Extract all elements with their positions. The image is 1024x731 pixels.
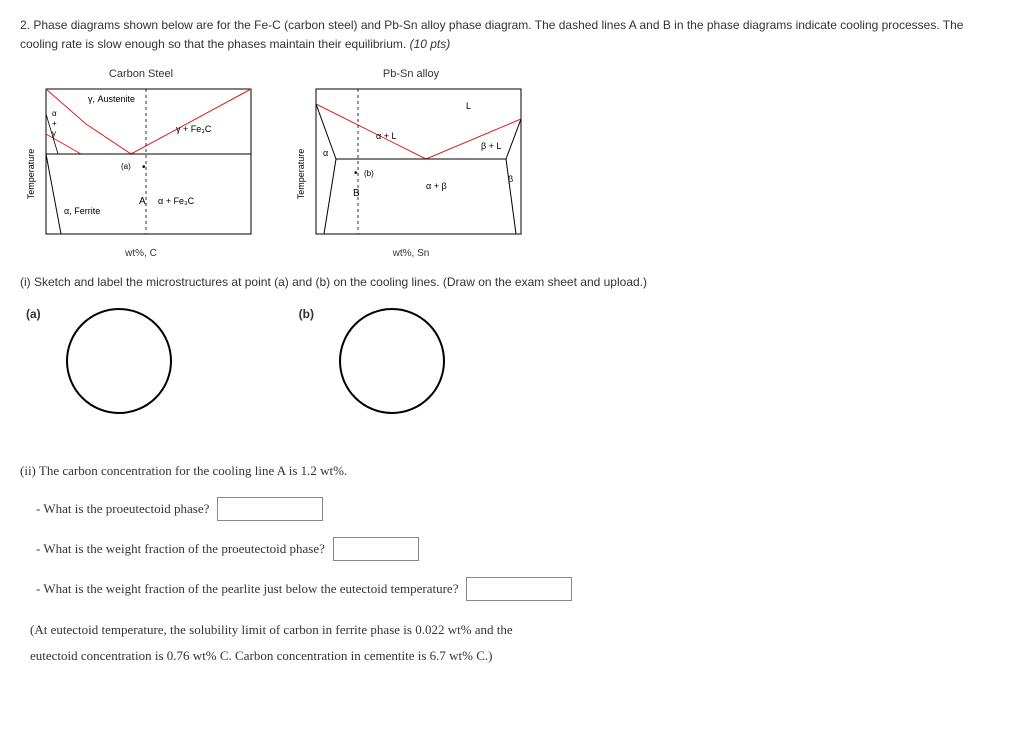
q-weight-fraction-pearlite-text: - What is the weight fraction of the pea…: [36, 581, 458, 597]
label-cooling-B: B: [353, 188, 360, 199]
label-ab: α + β: [426, 181, 447, 191]
question-text: 2. Phase diagrams shown below are for th…: [20, 16, 1004, 54]
label-L: L: [466, 101, 471, 111]
label-beta: β: [508, 174, 513, 184]
sketch-b-label: (b): [299, 301, 314, 321]
diagram2-xaxis: wt%, Sn: [393, 248, 430, 259]
label-point-b-dot: •: [354, 168, 358, 179]
question-points: (10 pts): [410, 37, 451, 51]
sketch-a-label: (a): [26, 301, 41, 321]
label-alpha: α: [323, 148, 328, 158]
label-ag-a: α: [52, 109, 57, 118]
pbsn-diagram: Pb-Sn alloy Temperature L α + L β + L: [296, 68, 526, 259]
label-afe3c: α + Fe₃C: [158, 196, 195, 206]
q-weight-fraction-pearlite: - What is the weight fraction of the pea…: [36, 577, 1004, 601]
sketch-b: (b): [299, 301, 452, 421]
weight-fraction-pro-input[interactable]: [333, 537, 419, 561]
q-weight-fraction-pro-text: - What is the weight fraction of the pro…: [36, 541, 325, 557]
diagram1-xaxis: wt%, C: [125, 248, 157, 259]
label-point-a-dot: •: [142, 162, 146, 173]
context-line2: eutectoid concentration is 0.76 wt% C. C…: [30, 643, 1004, 669]
question-number: 2.: [20, 18, 30, 32]
label-gfe3c: γ + Fe₃C: [176, 124, 212, 134]
sketch-row: (a) (b): [26, 301, 1004, 421]
sketch-b-circle[interactable]: [332, 301, 452, 421]
q-proeutectoid-phase-text: - What is the proeutectoid phase?: [36, 501, 209, 517]
diagrams-row: Carbon Steel Temperature γ,: [26, 68, 1004, 259]
weight-fraction-pearlite-input[interactable]: [466, 577, 572, 601]
subq-ii-intro: (ii) The carbon concentration for the co…: [20, 461, 1004, 482]
sketch-a-circle[interactable]: [59, 301, 179, 421]
diagram2-yaxis: Temperature: [296, 149, 306, 200]
sketch-a: (a): [26, 301, 179, 421]
label-ag-g: γ: [52, 129, 56, 138]
subq-i: (i) Sketch and label the microstructures…: [20, 273, 1004, 292]
diagram1-svg: Temperature γ, Austenite α + γ: [26, 84, 256, 244]
context-block: (At eutectoid temperature, the solubilit…: [30, 617, 1004, 669]
label-ferrite: α, Ferrite: [64, 206, 100, 216]
label-cooling-A: A: [139, 196, 146, 207]
diagram1-title: Carbon Steel: [109, 68, 173, 80]
question-body: Phase diagrams shown below are for the F…: [20, 18, 963, 51]
diagram1-yaxis: Temperature: [26, 149, 36, 200]
diagram2-svg: Temperature L α + L β + L α β α + β: [296, 84, 526, 244]
carbon-steel-diagram: Carbon Steel Temperature γ,: [26, 68, 256, 259]
proeutectoid-phase-input[interactable]: [217, 497, 323, 521]
label-austenite: γ, Austenite: [88, 94, 135, 104]
q-proeutectoid-phase: - What is the proeutectoid phase?: [36, 497, 1004, 521]
label-point-a: (a): [121, 162, 131, 171]
label-aL: α + L: [376, 131, 396, 141]
q-weight-fraction-pro: - What is the weight fraction of the pro…: [36, 537, 1004, 561]
diagram2-title: Pb-Sn alloy: [383, 68, 439, 80]
label-ag-plus: +: [52, 119, 57, 128]
label-bL: β + L: [481, 141, 501, 151]
label-point-b: (b): [364, 169, 374, 178]
context-line1: (At eutectoid temperature, the solubilit…: [30, 617, 1004, 643]
